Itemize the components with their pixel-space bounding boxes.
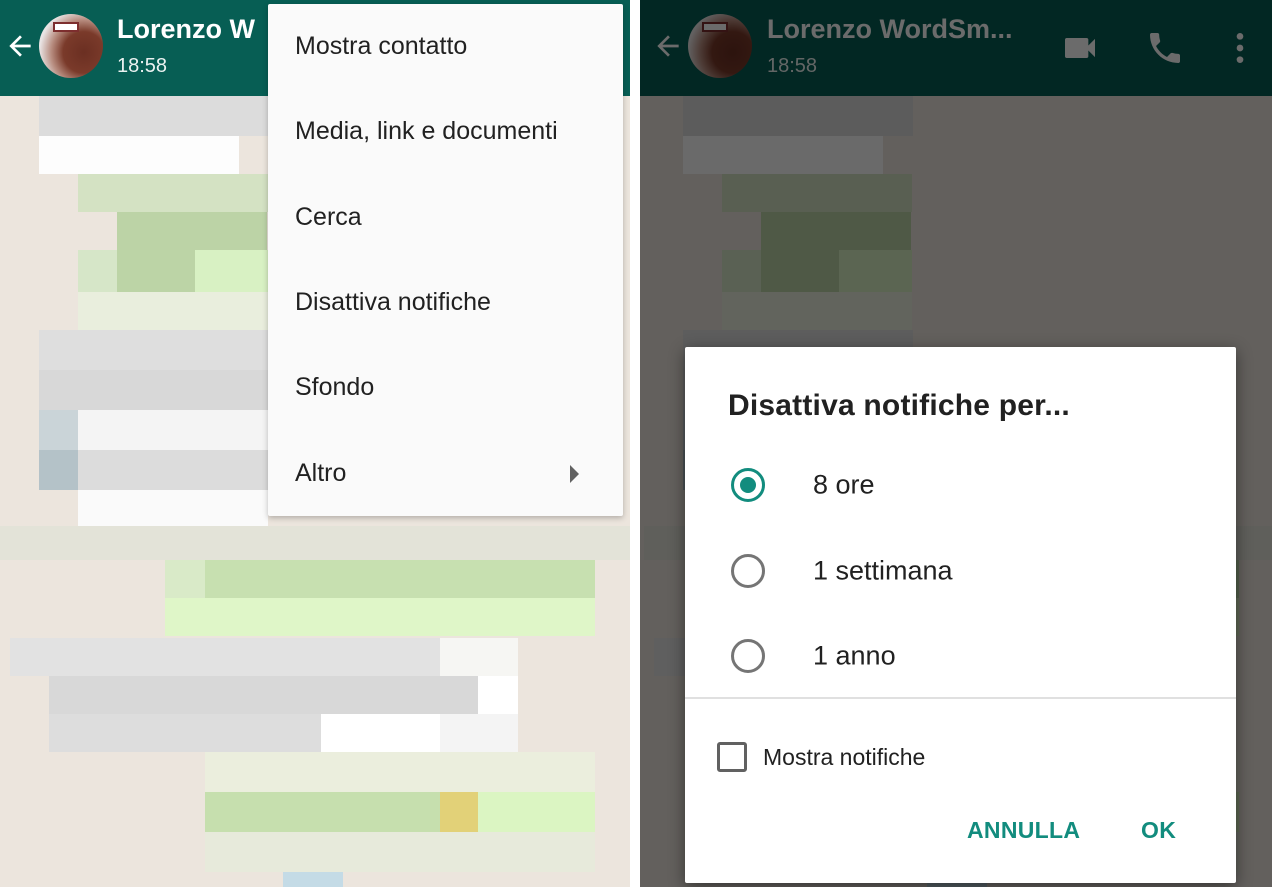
- blurred-message-fragment: [39, 96, 269, 136]
- mute-notifications-dialog: Disattiva notifiche per... 8 ore 1 setti…: [685, 347, 1236, 883]
- menu-item-disattiva-notifiche[interactable]: Disattiva notifiche: [268, 260, 623, 345]
- option-label: 8 ore: [813, 469, 875, 499]
- menu-item-media-link-documenti[interactable]: Media, link e documenti: [268, 89, 623, 174]
- checkbox[interactable]: [717, 742, 747, 772]
- dialog-title: Disattiva notifiche per...: [728, 389, 1070, 422]
- blurred-message-fragment: [205, 792, 440, 832]
- overflow-menu: Mostra contatto Media, link e documenti …: [268, 4, 623, 516]
- menu-item-mostra-contatto[interactable]: Mostra contatto: [268, 4, 623, 89]
- mute-option-8-hours[interactable]: 8 ore: [685, 442, 1236, 527]
- blurred-message-fragment: [78, 292, 268, 330]
- contact-name[interactable]: Lorenzo W: [117, 14, 255, 45]
- radio-button[interactable]: [731, 638, 765, 673]
- blurred-message-fragment: [78, 450, 268, 490]
- blurred-message-fragment: [478, 792, 595, 832]
- blurred-message-fragment: [78, 490, 268, 526]
- menu-item-label: Mostra contatto: [295, 32, 468, 60]
- blurred-message-fragment: [440, 638, 518, 676]
- ok-button[interactable]: OK: [1141, 817, 1176, 844]
- blurred-message-fragment: [205, 832, 595, 872]
- checkbox-label: Mostra notifiche: [763, 743, 926, 770]
- blurred-message-fragment: [39, 410, 79, 450]
- blurred-message-fragment: [117, 250, 195, 292]
- contact-avatar[interactable]: [39, 14, 103, 78]
- chat-screen-with-mute-dialog: Lorenzo WordSm... 18:58 Disattiva notifi…: [640, 0, 1272, 887]
- option-label: 1 anno: [813, 640, 896, 670]
- mute-option-1-week[interactable]: 1 settimana: [685, 528, 1236, 613]
- blurred-message-fragment: [39, 450, 79, 490]
- blurred-message-fragment: [0, 526, 630, 560]
- last-seen-time: 18:58: [117, 55, 168, 77]
- blurred-message-fragment: [205, 560, 595, 598]
- divider: [685, 697, 1236, 699]
- menu-item-label: Disattiva notifiche: [295, 288, 491, 316]
- blurred-message-fragment: [478, 676, 518, 714]
- chat-screen-with-menu: Lorenzo W 18:58 Mostra contatto Media, l…: [0, 0, 630, 887]
- blurred-message-fragment: [39, 136, 239, 174]
- menu-item-label: Sfondo: [295, 373, 375, 401]
- blurred-message-fragment: [78, 250, 118, 292]
- triangle-right-icon: [570, 464, 579, 483]
- blurred-message-fragment: [117, 212, 267, 250]
- blurred-message-fragment: [49, 714, 321, 752]
- blurred-message-fragment: [49, 676, 479, 714]
- blurred-message-fragment: [39, 330, 269, 370]
- blurred-message-fragment: [39, 370, 269, 410]
- menu-item-label: Media, link e documenti: [295, 117, 558, 145]
- menu-item-label: Altro: [295, 459, 347, 487]
- mute-option-1-year[interactable]: 1 anno: [685, 613, 1236, 698]
- blurred-message-fragment: [283, 872, 343, 887]
- blurred-message-fragment: [205, 752, 595, 792]
- cancel-button[interactable]: ANNULLA: [967, 817, 1080, 844]
- menu-item-altro[interactable]: Altro: [268, 431, 623, 516]
- menu-item-sfondo[interactable]: Sfondo: [268, 345, 623, 430]
- blurred-message-fragment: [321, 714, 441, 752]
- menu-item-label: Cerca: [295, 203, 362, 231]
- show-notifications-toggle[interactable]: Mostra notifiche: [717, 737, 925, 777]
- radio-button[interactable]: [731, 553, 765, 588]
- option-label: 1 settimana: [813, 555, 953, 585]
- blurred-message-fragment: [440, 792, 478, 832]
- blurred-message-fragment: [78, 410, 268, 450]
- menu-item-cerca[interactable]: Cerca: [268, 175, 623, 260]
- blurred-message-fragment: [10, 638, 440, 676]
- blurred-message-fragment: [440, 714, 518, 752]
- radio-button-checked[interactable]: [731, 467, 765, 502]
- arrow-left-icon[interactable]: [4, 30, 36, 62]
- blurred-message-fragment: [165, 560, 205, 598]
- blurred-message-fragment: [195, 250, 268, 292]
- blurred-message-fragment: [78, 174, 268, 212]
- blurred-message-fragment: [165, 598, 595, 636]
